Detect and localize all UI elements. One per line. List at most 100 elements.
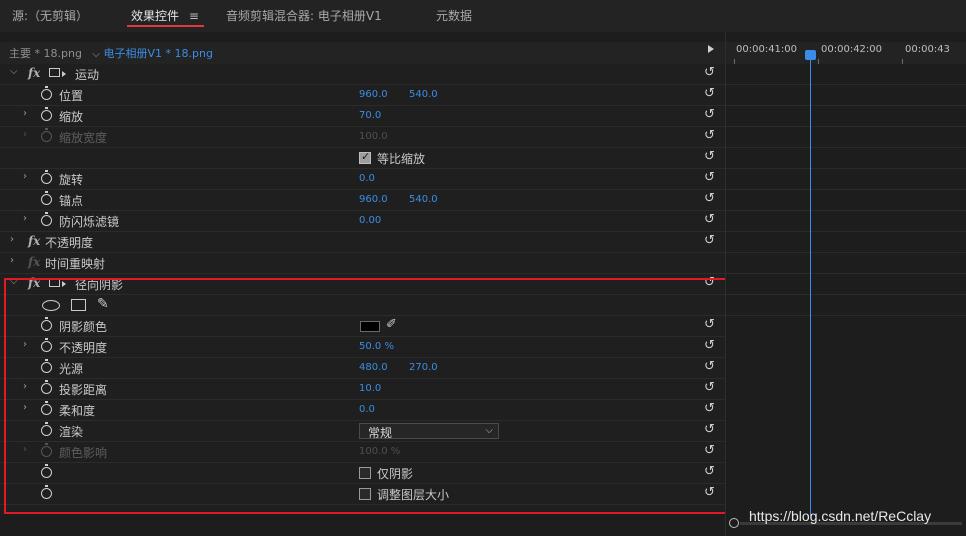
playhead-line[interactable]	[810, 54, 811, 516]
reset-icon[interactable]: ↺	[704, 485, 715, 500]
stopwatch-icon[interactable]	[41, 317, 52, 331]
reset-icon[interactable]: ↺	[704, 65, 715, 80]
expand-chevron-icon[interactable]: ›	[23, 339, 27, 350]
expand-chevron-icon[interactable]: ›	[23, 108, 27, 119]
expand-chevron-icon[interactable]: ›	[10, 234, 14, 245]
reset-icon[interactable]: ↺	[704, 464, 715, 479]
shadow-color-swatch[interactable]	[360, 321, 380, 332]
property-row-shadow-only: 仅阴影 ↺	[0, 463, 725, 484]
reset-icon[interactable]: ↺	[704, 338, 715, 353]
resize-layer-checkbox[interactable]	[359, 488, 371, 500]
position-y-value[interactable]: 540.0	[409, 89, 438, 100]
expand-chevron-icon[interactable]: ⌵	[10, 276, 18, 287]
uniform-scale-checkbox[interactable]	[359, 150, 371, 164]
expand-chevron-icon[interactable]: ›	[23, 213, 27, 224]
stopwatch-icon[interactable]	[41, 359, 52, 373]
reset-icon[interactable]: ↺	[704, 107, 715, 122]
reset-icon[interactable]: ↺	[704, 149, 715, 164]
stopwatch-icon[interactable]	[41, 401, 52, 415]
reset-icon[interactable]: ↺	[704, 212, 715, 227]
pen-mask-icon[interactable]: ✎	[97, 296, 109, 312]
reset-icon[interactable]: ↺	[704, 443, 715, 458]
effect-name: 径向阴影	[75, 278, 124, 292]
timeline-track-row	[726, 274, 966, 295]
fx-icon[interactable]: fx	[28, 276, 40, 290]
position-x-value[interactable]: 960.0	[359, 89, 388, 100]
stopwatch-icon[interactable]	[41, 107, 52, 121]
reset-icon[interactable]: ↺	[704, 275, 715, 290]
rectangle-mask-icon[interactable]	[71, 299, 86, 311]
stopwatch-icon[interactable]	[41, 380, 52, 394]
rotation-value[interactable]: 0.0	[359, 173, 375, 184]
expand-chevron-icon[interactable]: ›	[23, 402, 27, 413]
tab-metadata[interactable]: 元数据	[436, 7, 472, 24]
effect-name: 时间重映射	[45, 257, 106, 271]
effect-row-motion[interactable]: ⌵ fx 运动 ↺	[0, 64, 725, 85]
expand-chevron-icon[interactable]: ›	[23, 171, 27, 182]
light-y-value[interactable]: 270.0	[409, 362, 438, 373]
effect-controls-panel: ⌵ fx 运动 ↺ 位置 960.0 540.0 ↺ › 缩放 70.0 ↺ ›…	[0, 64, 725, 514]
reset-icon[interactable]: ↺	[704, 317, 715, 332]
panel-footer	[0, 514, 725, 536]
reset-icon[interactable]: ↺	[704, 233, 715, 248]
eyedropper-icon[interactable]: ✐	[386, 317, 397, 332]
chevron-down-icon: ⌵	[92, 49, 100, 60]
fx-icon[interactable]: fx	[28, 234, 40, 248]
expand-chevron-icon[interactable]: ⌵	[10, 66, 18, 77]
reset-icon[interactable]: ↺	[704, 86, 715, 101]
tab-source[interactable]: 源:（无剪辑）	[12, 7, 88, 24]
reset-icon[interactable]: ↺	[704, 191, 715, 206]
property-row-resize-layer: 调整图层大小 ↺	[0, 484, 725, 505]
timecode-label: 00:00:43	[905, 44, 950, 55]
stopwatch-icon[interactable]	[41, 338, 52, 352]
effect-row-time-remap[interactable]: › fx 时间重映射	[0, 253, 725, 274]
reset-icon[interactable]: ↺	[704, 128, 715, 143]
panel-tab-bar: 源:（无剪辑） 效果控件 ≡ 音频剪辑混合器: 电子相册V1 元数据	[0, 0, 966, 32]
reset-icon[interactable]: ↺	[704, 170, 715, 185]
softness-value[interactable]: 0.0	[359, 404, 375, 415]
expand-chevron-icon[interactable]: ›	[23, 444, 27, 455]
reset-icon[interactable]: ↺	[704, 380, 715, 395]
expand-chevron-icon[interactable]: ›	[10, 255, 14, 266]
reset-icon[interactable]: ↺	[704, 359, 715, 374]
ellipse-mask-icon[interactable]	[42, 300, 60, 311]
reset-icon[interactable]: ↺	[704, 401, 715, 416]
anchor-y-value[interactable]: 540.0	[409, 194, 438, 205]
timeline-track-row	[726, 64, 966, 85]
shadow-only-checkbox[interactable]	[359, 467, 371, 479]
render-dropdown[interactable]: 常规 ⌵	[359, 423, 499, 440]
stopwatch-icon[interactable]	[41, 170, 52, 184]
scale-value[interactable]: 70.0	[359, 110, 381, 121]
show-timeline-toggle-icon[interactable]	[708, 45, 714, 53]
light-x-value[interactable]: 480.0	[359, 362, 388, 373]
transform-box-icon[interactable]	[49, 68, 66, 77]
sequence-clip-tab[interactable]: ⌵ 电子相册V1 * 18.png	[92, 45, 213, 61]
opacity-value[interactable]: 50.0 %	[359, 341, 394, 352]
master-clip-tab[interactable]: 主要 * 18.png	[9, 45, 82, 61]
tab-effect-controls[interactable]: 效果控件 ≡	[131, 7, 199, 24]
expand-chevron-icon[interactable]: ›	[23, 129, 27, 140]
zoom-handle-icon[interactable]	[729, 518, 739, 528]
stopwatch-icon[interactable]	[41, 212, 52, 226]
transform-box-icon[interactable]	[49, 278, 66, 287]
expand-chevron-icon[interactable]: ›	[23, 381, 27, 392]
effect-row-opacity[interactable]: › fx 不透明度 ↺	[0, 232, 725, 253]
stopwatch-icon[interactable]	[41, 191, 52, 205]
anchor-x-value[interactable]: 960.0	[359, 194, 388, 205]
projection-distance-value[interactable]: 10.0	[359, 383, 381, 394]
stopwatch-icon[interactable]	[41, 86, 52, 100]
property-row-scale-width: › 缩放宽度 100.0 ↺	[0, 127, 725, 148]
anti-flicker-value[interactable]: 0.00	[359, 215, 381, 226]
stopwatch-icon[interactable]	[41, 485, 52, 499]
stopwatch-icon[interactable]	[41, 422, 52, 436]
playhead-handle[interactable]	[805, 50, 816, 60]
fx-icon[interactable]: fx	[28, 66, 40, 80]
timeline-track-row	[726, 295, 966, 316]
panel-menu-icon[interactable]: ≡	[189, 9, 199, 23]
tab-audio-clip-mixer[interactable]: 音频剪辑混合器: 电子相册V1	[226, 7, 382, 24]
stopwatch-icon[interactable]	[41, 464, 52, 478]
reset-icon[interactable]: ↺	[704, 422, 715, 437]
property-label: 颜色影响	[59, 446, 108, 460]
time-ruler[interactable]: 00:00:41:00 00:00:42:00 00:00:43	[726, 42, 966, 64]
effect-row-radial-shadow[interactable]: ⌵ fx 径向阴影 ↺	[0, 274, 725, 295]
